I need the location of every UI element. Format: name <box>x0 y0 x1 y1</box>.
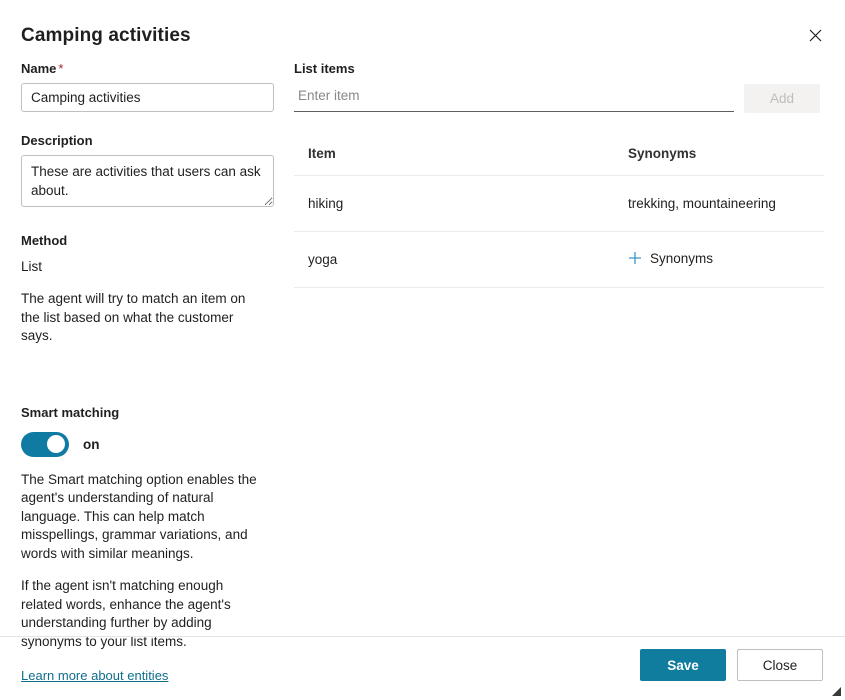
list-items-label: List items <box>294 61 355 76</box>
learn-more-link[interactable]: Learn more about entities <box>21 668 168 683</box>
table-row[interactable]: hiking trekking, mountaineering <box>294 175 824 232</box>
cell-item: yoga <box>294 231 628 288</box>
smart-matching-group: Smart matching on The Smart matching opt… <box>21 404 276 686</box>
smart-matching-toggle[interactable] <box>21 431 69 457</box>
list-items-table: Item Synonyms hiking trekking, mountainee… <box>294 146 824 288</box>
plus-icon <box>628 251 642 265</box>
smart-matching-help-2: If the agent isn't matching enough relat… <box>21 578 231 649</box>
item-entry-row: Add <box>294 84 824 113</box>
list-item-input[interactable] <box>294 84 734 112</box>
cell-synonyms[interactable]: Synonyms <box>628 231 824 288</box>
page-title: Camping activities <box>21 25 191 46</box>
description-textarea[interactable] <box>21 155 274 207</box>
save-button[interactable]: Save <box>640 649 726 681</box>
method-value: List <box>21 259 43 274</box>
name-field-group: Name * <box>21 60 276 112</box>
name-input[interactable] <box>21 83 274 112</box>
close-dialog-button[interactable]: Close <box>737 649 823 681</box>
smart-matching-label: Smart matching <box>21 404 120 420</box>
close-button[interactable] <box>799 19 831 51</box>
method-group: Method List The agent will try to match … <box>21 232 276 346</box>
dialog-footer: Save Close <box>640 649 823 681</box>
column-header-item: Item <box>294 146 628 176</box>
required-asterisk: * <box>58 61 64 76</box>
close-icon <box>809 29 822 42</box>
method-help-text: The agent will try to match an item on t… <box>21 291 246 343</box>
add-item-button[interactable]: Add <box>744 84 820 113</box>
table-row[interactable]: yoga Synonyms <box>294 231 824 288</box>
cell-synonyms: trekking, mountaineering <box>628 175 824 232</box>
resize-grip-icon[interactable] <box>828 683 842 697</box>
description-field-group: Description <box>21 132 276 212</box>
footer-divider <box>0 636 845 637</box>
right-panel: List items Add Item Synonyms hikingtrekk… <box>294 60 824 288</box>
table-header-row: Item Synonyms <box>294 146 824 176</box>
method-label: Method <box>21 233 68 248</box>
name-label: Name * <box>21 61 64 76</box>
smart-matching-state-label: on <box>83 436 100 452</box>
description-label: Description <box>21 133 93 148</box>
smart-matching-toggle-row: on <box>21 431 276 457</box>
column-header-synonyms: Synonyms <box>628 146 824 176</box>
cell-item: hiking <box>294 175 628 232</box>
add-synonyms-button[interactable]: Synonyms <box>628 251 713 266</box>
table-body: hiking trekking, mountaineering yoga Synony… <box>294 175 824 288</box>
add-synonyms-label: Synonyms <box>650 250 714 266</box>
toggle-knob-icon <box>47 435 65 453</box>
entity-editor-dialog: Camping activities Name* Description Met… <box>0 0 845 700</box>
left-panel: Name* Description Method List The agent … <box>21 60 276 685</box>
smart-matching-help-1: The Smart matching option enables the ag… <box>21 471 257 561</box>
